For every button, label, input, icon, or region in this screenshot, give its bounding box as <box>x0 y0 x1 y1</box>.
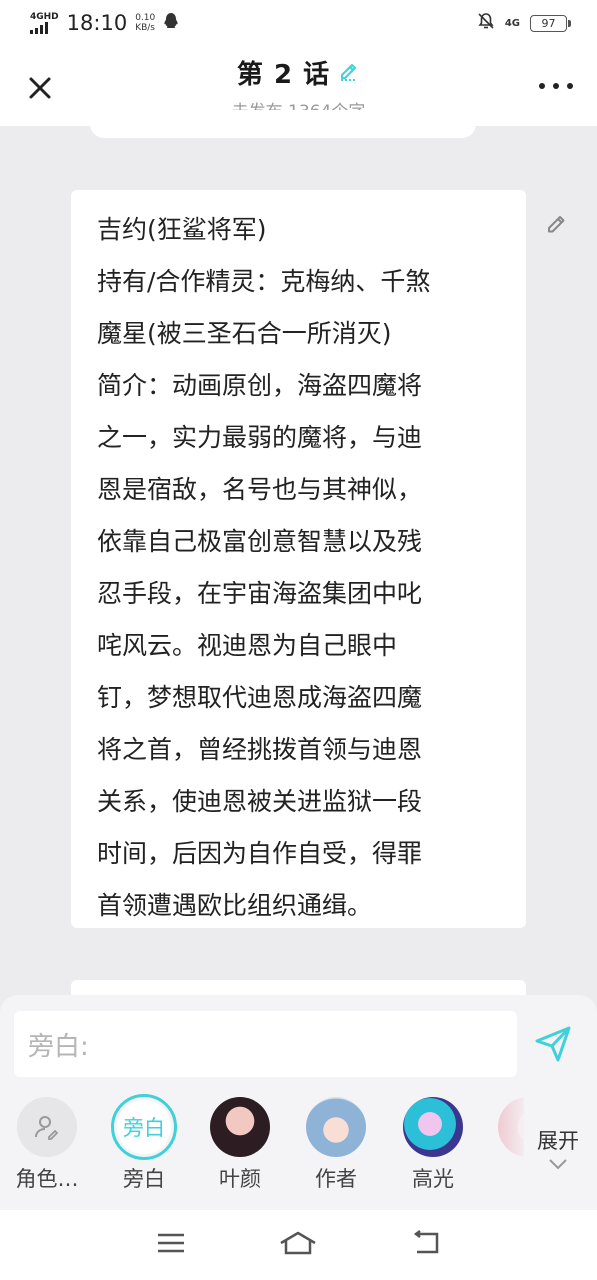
role-item-narrator[interactable]: 旁白 旁白 <box>99 1094 189 1193</box>
chevron-down-icon <box>549 1159 567 1170</box>
role-label: 作者 <box>315 1167 357 1191</box>
character-avatar <box>210 1097 270 1157</box>
net-speed-value: 0.10 <box>135 13 156 23</box>
menu-icon[interactable] <box>156 1231 186 1259</box>
narrator-avatar-text: 旁白 <box>123 1116 165 1140</box>
back-icon[interactable] <box>411 1230 441 1260</box>
message-input[interactable]: 旁白: <box>14 1011 517 1077</box>
more-dot-icon <box>539 83 545 89</box>
network-type: 4G <box>504 17 520 29</box>
edit-title-icon[interactable] <box>338 60 360 86</box>
character-avatar <box>403 1097 463 1157</box>
role-item-yeyan[interactable]: 叶颜 <box>195 1097 285 1193</box>
role-item-author[interactable]: 作者 <box>291 1097 381 1193</box>
more-options-button[interactable] <box>539 74 573 98</box>
role-list-fade <box>470 1095 530 1195</box>
input-placeholder: 旁白: <box>28 1031 89 1062</box>
more-dot-icon <box>567 83 573 89</box>
edit-message-icon[interactable] <box>543 209 571 237</box>
role-label: 角色… <box>15 1167 79 1191</box>
role-label: 旁白 <box>123 1167 165 1191</box>
send-button[interactable] <box>532 1023 574 1065</box>
qq-icon <box>163 12 179 34</box>
expand-label: 展开 <box>537 1129 579 1153</box>
signal-label: 4GHD <box>30 12 59 22</box>
add-role-icon <box>35 1116 59 1140</box>
signal-bars-icon <box>30 22 48 34</box>
role-item-gaoguang[interactable]: 高光 <box>388 1097 478 1193</box>
send-icon <box>535 1026 571 1062</box>
role-label: 叶颜 <box>219 1167 261 1191</box>
signal-indicator: 4GHD <box>30 12 59 34</box>
net-speed-unit: KB/s <box>135 23 155 33</box>
narration-message-card[interactable]: 吉约(狂鲨将军) 持有/合作精灵：克梅纳、千煞 魔星(被三圣石合一所消灭) 简介… <box>71 190 526 928</box>
previous-message-card[interactable] <box>90 110 476 138</box>
character-avatar <box>306 1097 366 1157</box>
mute-bell-icon <box>477 12 495 34</box>
battery-icon: 97 <box>530 14 571 32</box>
role-item-add[interactable]: 角色… <box>2 1097 92 1193</box>
status-bar: 4GHD 18:10 0.10 KB/s 4G 97 <box>0 0 597 46</box>
more-dot-icon <box>553 83 559 89</box>
system-nav-bar <box>0 1210 597 1280</box>
chapter-title[interactable]: 第 2 话 <box>237 54 330 91</box>
selected-ring: 旁白 <box>111 1094 177 1160</box>
battery-level: 97 <box>541 16 556 30</box>
narration-text: 吉约(狂鲨将军) 持有/合作精灵：克梅纳、千煞 魔星(被三圣石合一所消灭) 简介… <box>97 215 431 920</box>
status-time: 18:10 <box>66 11 128 35</box>
home-icon[interactable] <box>278 1229 318 1261</box>
net-speed: 0.10 KB/s <box>135 13 155 33</box>
role-label: 高光 <box>412 1167 454 1191</box>
composer-panel: 旁白: 角色… 旁白 旁白 叶颜 作者 高光 展开 <box>0 995 597 1210</box>
expand-button[interactable]: 展开 <box>528 1125 588 1174</box>
narrator-avatar: 旁白 <box>117 1100 171 1154</box>
add-role-avatar <box>17 1097 77 1157</box>
